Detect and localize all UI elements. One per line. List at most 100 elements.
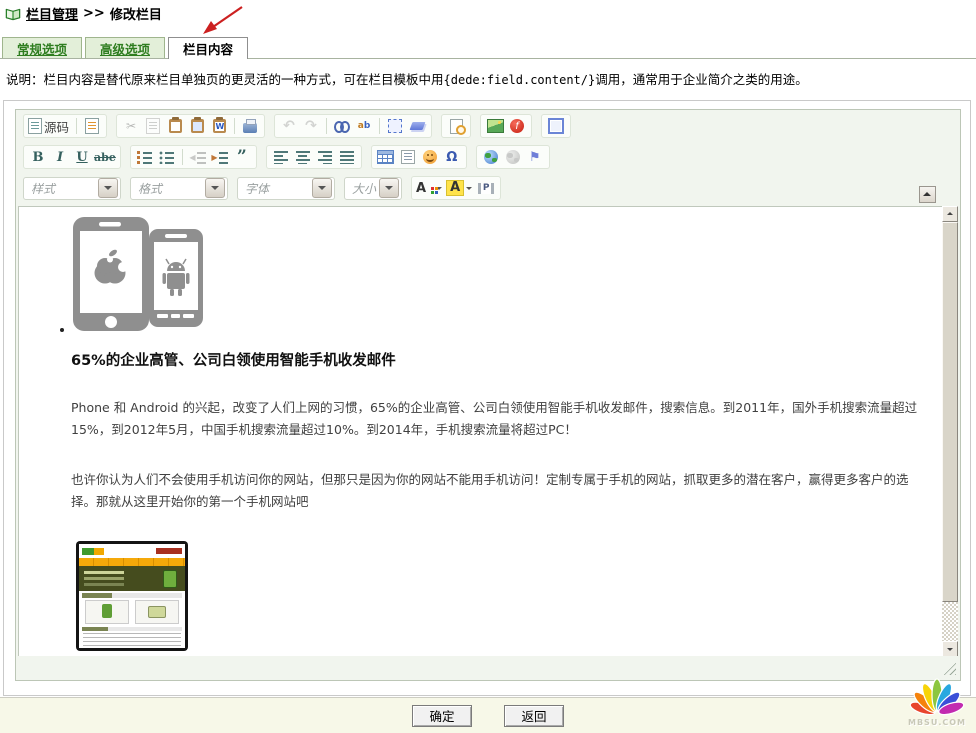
group-colors: A A P bbox=[411, 176, 501, 200]
replace-icon[interactable]: ab bbox=[354, 117, 374, 135]
text-color-button[interactable]: A bbox=[416, 179, 444, 197]
watermark-text: MBSU.COM bbox=[904, 718, 970, 727]
back-button[interactable]: 返回 bbox=[504, 705, 564, 727]
insert-flash-icon[interactable]: f bbox=[507, 117, 527, 135]
group-iframe bbox=[541, 114, 571, 138]
outdent-icon: ◀ bbox=[188, 148, 208, 166]
preview-icon[interactable] bbox=[446, 117, 466, 135]
paste-icon[interactable] bbox=[165, 117, 185, 135]
indent-icon[interactable]: ▶ bbox=[210, 148, 230, 166]
insert-image-icon[interactable] bbox=[485, 117, 505, 135]
globe-link-icon bbox=[484, 150, 498, 164]
paste-from-word-icon[interactable]: W bbox=[209, 117, 229, 135]
find-icon[interactable] bbox=[332, 117, 352, 135]
editor-canvas[interactable]: 65%的企业高管、公司白领使用智能手机收发邮件 Phone 和 Android … bbox=[18, 206, 944, 657]
format-select-label: 格式 bbox=[138, 180, 162, 197]
print-icon[interactable] bbox=[240, 117, 260, 135]
thumbnail-navbar bbox=[79, 558, 185, 566]
ordered-list-icon[interactable] bbox=[135, 148, 155, 166]
new-document-icon bbox=[85, 118, 99, 134]
content-paragraph-1: Phone 和 Android 的兴起，改变了人们上网的习惯，65%的企业高管、… bbox=[71, 397, 929, 441]
insert-link-icon[interactable] bbox=[481, 148, 501, 166]
italic-icon[interactable]: I bbox=[50, 148, 70, 166]
text-color-icon: A bbox=[416, 181, 434, 196]
note-template-tag: {dede:field.content/} bbox=[444, 73, 596, 87]
clipboard-icon bbox=[169, 119, 182, 133]
insert-table-icon[interactable] bbox=[376, 148, 396, 166]
size-select[interactable]: 大小 bbox=[344, 177, 402, 200]
unordered-list-icon[interactable] bbox=[157, 148, 177, 166]
separator bbox=[326, 118, 327, 134]
editor-footer bbox=[18, 656, 958, 678]
font-dropdown-button[interactable] bbox=[312, 178, 332, 198]
page-break-button[interactable]: P bbox=[476, 179, 496, 197]
size-dropdown-button[interactable] bbox=[379, 178, 399, 198]
style-select-label: 样式 bbox=[31, 180, 55, 197]
peacock-logo-icon bbox=[906, 672, 968, 716]
red-arrow-annotation bbox=[190, 2, 254, 42]
mobile-site-thumbnail bbox=[76, 541, 188, 651]
thumbnail-products bbox=[79, 599, 185, 625]
thumbnail-product-2 bbox=[135, 600, 179, 624]
cut-icon: ✂ bbox=[121, 117, 141, 135]
tab-general-options[interactable]: 常规选项 bbox=[2, 37, 82, 58]
smiley-icon[interactable] bbox=[420, 148, 440, 166]
list-bullet bbox=[60, 328, 64, 332]
tab-column-content[interactable]: 栏目内容 bbox=[168, 37, 248, 59]
scroll-down-button[interactable] bbox=[942, 641, 958, 657]
ok-button[interactable]: 确定 bbox=[412, 705, 472, 727]
strikethrough-icon[interactable]: abe bbox=[94, 148, 116, 166]
copy-icon bbox=[143, 117, 163, 135]
remove-format-icon[interactable] bbox=[407, 117, 427, 135]
bold-icon[interactable]: B bbox=[28, 148, 48, 166]
group-undo-find: ↶ ↷ ab bbox=[274, 114, 432, 138]
picture-icon bbox=[487, 119, 504, 133]
align-right-icon[interactable] bbox=[315, 148, 335, 166]
format-select[interactable]: 格式 bbox=[130, 177, 228, 200]
align-center-icon[interactable] bbox=[293, 148, 313, 166]
source-code-icon bbox=[28, 118, 42, 134]
breadcrumb: 栏目管理>> 修改栏目 bbox=[5, 4, 162, 23]
background-color-button[interactable]: A bbox=[446, 179, 474, 197]
align-justify-icon[interactable] bbox=[337, 148, 357, 166]
bottom-action-bar: 确定 返回 bbox=[0, 697, 976, 733]
toolbar-collapse-button[interactable] bbox=[919, 186, 936, 203]
anchor-icon[interactable]: ⚑ bbox=[525, 148, 545, 166]
undo-icon: ↶ bbox=[279, 117, 299, 135]
tab-advanced-options[interactable]: 高级选项 bbox=[85, 37, 165, 58]
dashed-square-icon bbox=[388, 119, 402, 133]
scroll-up-button[interactable] bbox=[942, 206, 958, 222]
source-code-button[interactable]: 源码 bbox=[28, 117, 71, 135]
smiley-face-icon bbox=[423, 150, 437, 164]
align-left-icon[interactable] bbox=[271, 148, 291, 166]
insert-iframe-icon[interactable] bbox=[546, 117, 566, 135]
style-dropdown-button[interactable] bbox=[98, 178, 118, 198]
align-right-glyph bbox=[318, 151, 332, 164]
new-document-button[interactable] bbox=[82, 117, 102, 135]
editor-toolbar-row2: B I U abe ◀ ▶ ” bbox=[16, 141, 960, 172]
scrollbar-thumb[interactable] bbox=[942, 222, 958, 602]
thumbnail-phone-number bbox=[156, 548, 182, 554]
special-char-icon[interactable]: Ω bbox=[442, 148, 462, 166]
note-prefix: 说明：栏目内容是替代原来栏目单独页的更灵活的一种方式，可在栏目模板中用 bbox=[6, 72, 444, 87]
font-select[interactable]: 字体 bbox=[237, 177, 335, 200]
unlink-icon bbox=[503, 148, 523, 166]
format-dropdown-button[interactable] bbox=[205, 178, 225, 198]
clipboard-text-icon bbox=[191, 119, 204, 133]
editor-toolbar-row3: 样式 格式 字体 大小 A A P bbox=[16, 172, 960, 203]
blockquote-icon[interactable]: ” bbox=[232, 148, 252, 166]
editor-scrollbar[interactable] bbox=[942, 206, 958, 657]
paste-plain-text-icon[interactable] bbox=[187, 117, 207, 135]
note-suffix: 调用，通常用于企业简介之类的用途。 bbox=[595, 72, 808, 87]
thumbnail-link-list bbox=[83, 633, 181, 647]
binoculars-icon bbox=[334, 121, 350, 131]
editor-toolbar-row1: 源码 ✂ W ↶ ↷ ab bbox=[16, 110, 960, 141]
breadcrumb-section-link[interactable]: 栏目管理 bbox=[26, 4, 78, 23]
page-break-icon: P bbox=[478, 183, 495, 194]
select-all-icon[interactable] bbox=[385, 117, 405, 135]
indent-glyph: ▶ bbox=[211, 151, 228, 164]
style-select[interactable]: 样式 bbox=[23, 177, 121, 200]
underline-icon[interactable]: U bbox=[72, 148, 92, 166]
numbered-list-glyph bbox=[137, 151, 152, 164]
horizontal-rule-icon[interactable] bbox=[398, 148, 418, 166]
